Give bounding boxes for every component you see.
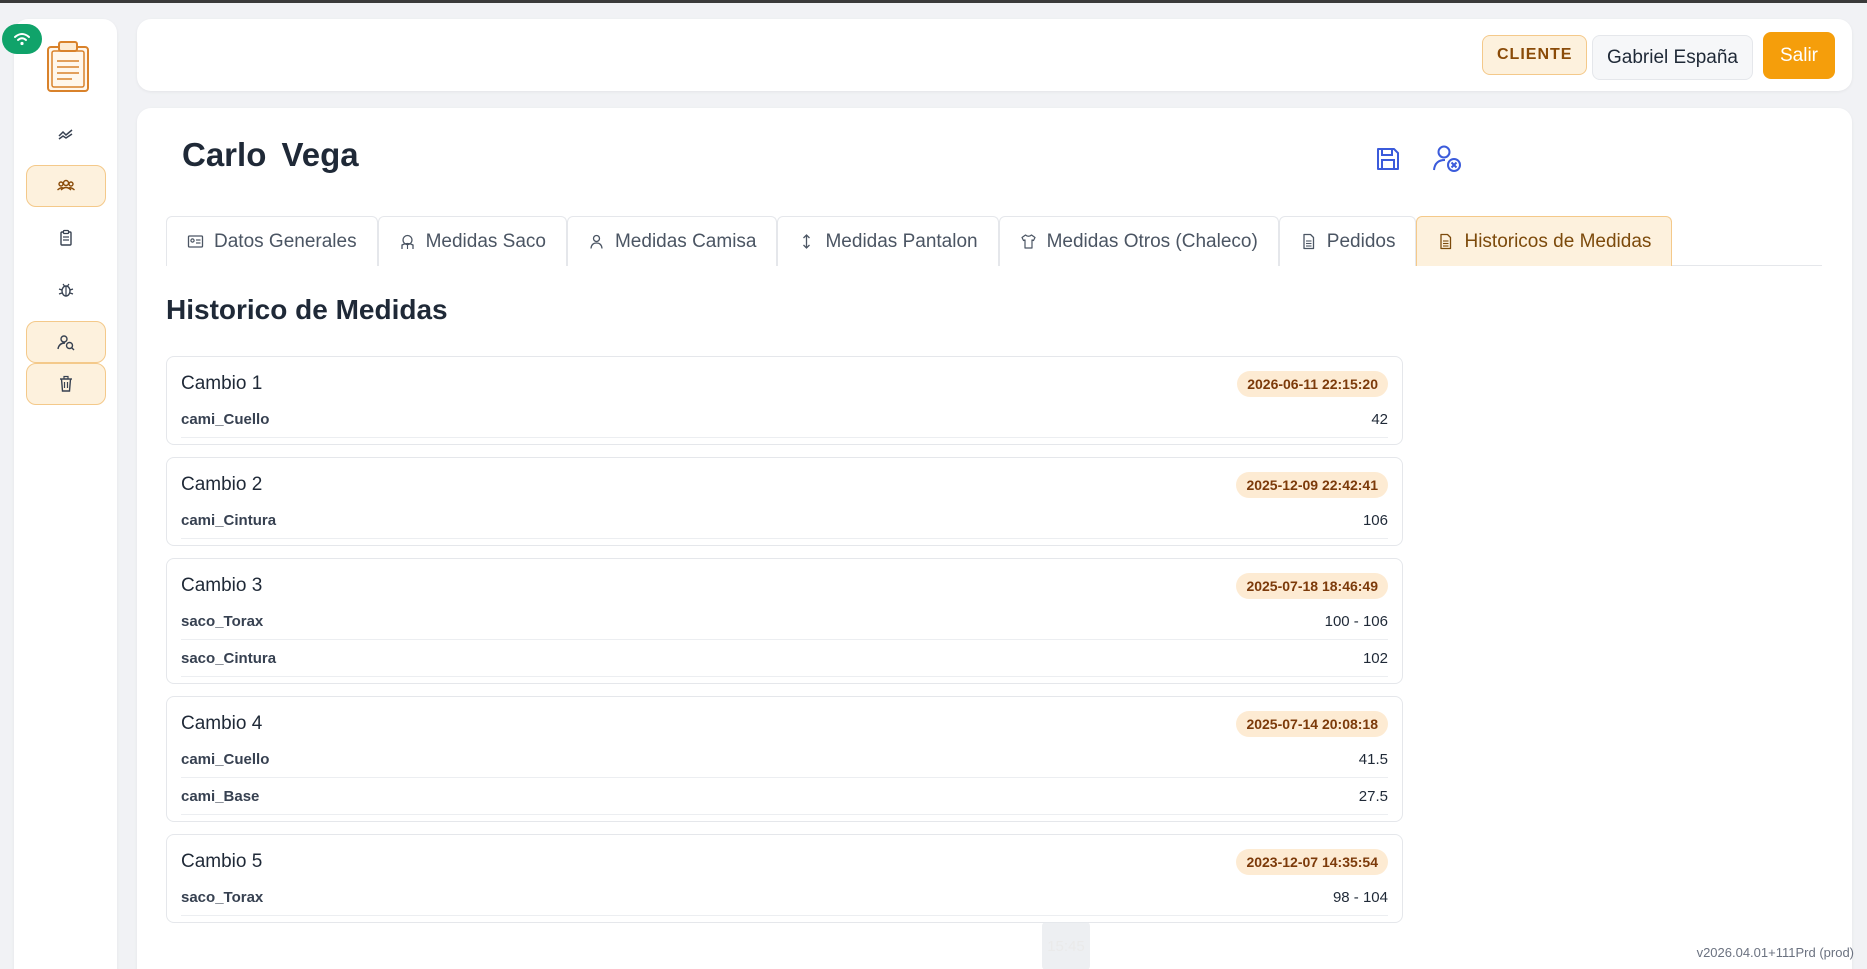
field-value: 100 - 106 (1324, 612, 1388, 630)
user-remove-icon (1433, 145, 1461, 172)
tab-pedidos[interactable]: Pedidos (1278, 216, 1417, 266)
clipboard-logo-icon (47, 41, 89, 92)
change-field-row: saco_Torax 98 - 104 (181, 879, 1388, 916)
document-icon (1303, 233, 1314, 250)
change-card: Cambio 1 2026-06-11 22:15:20 cami_Cuello… (166, 356, 1403, 445)
connection-status-badge (2, 24, 42, 54)
user-name[interactable]: Gabriel España (1592, 35, 1753, 80)
tab-label: Datos Generales (214, 230, 357, 252)
remove-client-button[interactable] (1430, 141, 1466, 177)
client-detail-panel: Carlo Vega Datos Generales Medidas Saco … (137, 108, 1852, 969)
clipboard-icon (60, 229, 72, 246)
id-card-icon (187, 235, 204, 248)
change-title: Cambio 1 (181, 373, 263, 394)
tab-datos-generales[interactable]: Datos Generales (166, 216, 378, 266)
field-value: 102 (1362, 649, 1388, 667)
tab-label: Pedidos (1326, 230, 1396, 252)
change-title: Cambio 4 (181, 713, 263, 734)
field-name: cami_Cuello (181, 750, 270, 768)
field-value: 98 - 104 (1332, 888, 1388, 906)
sidebar (14, 19, 117, 969)
field-name: cami_Base (181, 787, 260, 805)
jacket-icon (400, 234, 414, 249)
change-title: Cambio 3 (181, 575, 263, 596)
change-field-row: cami_Cintura 106 (181, 502, 1388, 539)
top-bar: CLIENTE Gabriel España Salir (137, 19, 1852, 91)
change-date-badge: 2025-12-09 22:42:41 (1236, 472, 1388, 498)
clock-overlay: 15:45 (1042, 922, 1090, 969)
client-tabs: Datos Generales Medidas Saco Medidas Cam… (166, 216, 1822, 266)
field-name: saco_Torax (181, 612, 264, 630)
change-card: Cambio 3 2025-07-18 18:46:49 saco_Torax … (166, 558, 1403, 684)
section-title: Historico de Medidas (166, 294, 448, 325)
sidebar-item-bugs[interactable] (26, 269, 106, 311)
change-date-badge: 2026-06-11 22:15:20 (1237, 371, 1388, 397)
sidebar-item-papelera[interactable] (26, 363, 106, 405)
measurement-history-list: Cambio 1 2026-06-11 22:15:20 cami_Cuello… (166, 356, 1403, 935)
client-name: Carlo Vega (182, 136, 359, 173)
document-icon (1440, 233, 1452, 250)
change-field-row: saco_Torax 100 - 106 (181, 603, 1388, 640)
sidebar-item-buscar-cliente[interactable] (26, 321, 106, 363)
role-badge: CLIENTE (1482, 35, 1588, 75)
save-icon (1377, 148, 1399, 170)
sidebar-item-ordenes[interactable] (26, 217, 106, 259)
version-label: v2026.04.01+111Prd (prod) (1696, 945, 1854, 960)
chart-line-icon (58, 129, 73, 140)
field-name: saco_Torax (181, 888, 264, 906)
change-date-badge: 2025-07-18 18:46:49 (1236, 573, 1388, 599)
user-search-icon (57, 335, 75, 351)
save-button[interactable] (1370, 141, 1406, 177)
change-field-row: saco_Cintura 102 (181, 640, 1388, 677)
tab-label: Medidas Camisa (614, 230, 757, 252)
tab-medidas-pantalon[interactable]: Medidas Pantalon (777, 216, 999, 266)
field-name: saco_Cintura (181, 649, 277, 667)
change-card: Cambio 5 2023-12-07 14:35:54 saco_Torax … (166, 834, 1403, 923)
tab-label: Medidas Otros (Chaleco) (1046, 230, 1258, 252)
sidebar-item-dashboard[interactable] (26, 113, 106, 155)
change-title: Cambio 5 (181, 851, 263, 872)
change-card: Cambio 2 2025-12-09 22:42:41 cami_Cintur… (166, 457, 1403, 546)
shirt-icon (1020, 234, 1036, 249)
tab-medidas-camisa[interactable]: Medidas Camisa (566, 216, 778, 266)
field-value: 106 (1362, 511, 1388, 529)
users-group-icon (57, 179, 75, 191)
change-field-row: cami_Base 27.5 (181, 778, 1388, 815)
logout-button[interactable]: Salir (1763, 32, 1835, 79)
tab-label: Historicos de Medidas (1464, 230, 1652, 252)
arrows-vertical-icon (803, 234, 811, 249)
change-date-badge: 2025-07-14 20:08:18 (1236, 711, 1388, 737)
app-logo[interactable] (42, 39, 94, 95)
field-value: 42 (1371, 410, 1388, 428)
field-name: cami_Cuello (181, 410, 270, 428)
tab-medidas-saco[interactable]: Medidas Saco (377, 216, 567, 266)
person-icon (590, 234, 603, 249)
change-field-row: cami_Cuello 42 (181, 401, 1388, 438)
tab-label: Medidas Pantalon (825, 230, 978, 252)
field-name: cami_Cintura (181, 511, 277, 529)
bug-icon (58, 283, 74, 297)
sidebar-item-clientes[interactable] (26, 165, 106, 207)
trash-icon (60, 375, 72, 392)
change-date-badge: 2023-12-07 14:35:54 (1236, 849, 1388, 875)
tab-historicos-de-medidas[interactable]: Historicos de Medidas (1416, 216, 1673, 266)
change-card: Cambio 4 2025-07-14 20:08:18 cami_Cuello… (166, 696, 1403, 822)
tab-label: Medidas Saco (425, 230, 546, 252)
change-title: Cambio 2 (181, 474, 263, 495)
change-field-row: cami_Cuello 41.5 (181, 741, 1388, 778)
field-value: 27.5 (1358, 787, 1388, 805)
wifi-icon (14, 33, 30, 46)
field-value: 41.5 (1358, 750, 1388, 768)
tab-medidas-otros[interactable]: Medidas Otros (Chaleco) (998, 216, 1279, 266)
